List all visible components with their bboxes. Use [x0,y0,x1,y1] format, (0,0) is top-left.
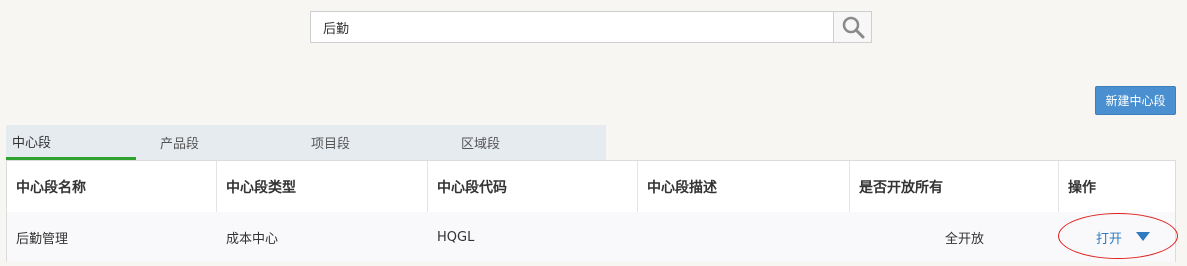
tab-region-segment[interactable]: 区域段 [461,125,581,160]
column-header-type: 中心段类型 [217,161,428,212]
tab-center-segment[interactable]: 中心段 [6,125,136,160]
center-segment-table: 中心段名称 中心段类型 中心段代码 中心段描述 是否开放所有 操作 后勤管理 成… [6,160,1176,262]
table-row: 后勤管理 成本中心 HQGL 全开放 打开 [7,212,1175,262]
new-center-segment-button[interactable]: 新建中心段 [1095,86,1176,115]
segment-tabs: 中心段 产品段 项目段 区域段 [6,125,606,160]
cell-action: 打开 [1059,212,1175,262]
search-button[interactable] [833,12,871,42]
column-header-description: 中心段描述 [638,161,850,212]
column-header-name: 中心段名称 [7,161,217,212]
tab-product-segment[interactable]: 产品段 [160,125,280,160]
cell-code: HQGL [437,229,475,245]
cell-name: 后勤管理 [16,231,69,247]
open-link[interactable]: 打开 [1096,228,1122,247]
search-bar [310,11,872,43]
table-header-row: 中心段名称 中心段类型 中心段代码 中心段描述 是否开放所有 操作 [7,161,1175,213]
search-input[interactable] [311,12,833,42]
cell-description [638,212,850,262]
cell-type: 成本中心 [226,231,279,247]
tab-project-segment[interactable]: 项目段 [311,125,431,160]
search-icon [842,16,864,39]
cell-open-all: 全开放 [944,231,984,247]
column-header-code: 中心段代码 [428,161,638,212]
column-header-open-all: 是否开放所有 [850,161,1059,212]
column-header-action: 操作 [1068,179,1096,196]
chevron-down-icon[interactable] [1136,232,1151,242]
